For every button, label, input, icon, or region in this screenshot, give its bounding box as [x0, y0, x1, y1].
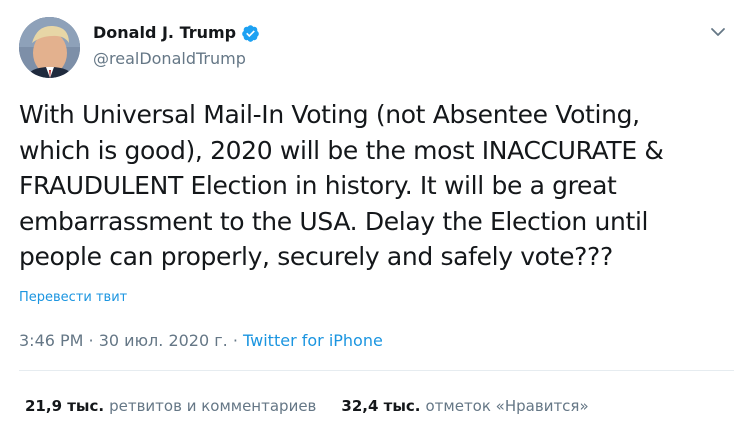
avatar[interactable]	[19, 17, 80, 78]
avatar-image	[19, 17, 80, 78]
likes-label: отметок «Нравится»	[425, 397, 589, 415]
tweet-stats: 21,9 тыс. ретвитов и комментариев 32,4 т…	[25, 396, 614, 416]
tweet-time[interactable]: 3:46 PM	[19, 331, 83, 350]
author-name[interactable]: Donald J. Trump	[93, 22, 236, 44]
tweet-source-link[interactable]: Twitter for iPhone	[243, 331, 383, 350]
translate-tweet-link[interactable]: Перевести твит	[19, 290, 127, 305]
author-handle[interactable]: @realDonaldTrump	[93, 48, 246, 70]
tweet-date[interactable]: 30 июл. 2020 г.	[99, 331, 228, 350]
retweets-stat[interactable]: 21,9 тыс. ретвитов и комментариев	[25, 396, 316, 416]
chevron-down-icon[interactable]	[709, 24, 727, 38]
retweets-label: ретвитов и комментариев	[109, 397, 317, 415]
tweet-meta: 3:46 PM · 30 июл. 2020 г. · Twitter for …	[19, 330, 383, 352]
divider	[19, 370, 734, 371]
author-name-row[interactable]: Donald J. Trump	[93, 22, 260, 44]
tweet-text: With Universal Mail-In Voting (not Absen…	[19, 100, 664, 271]
meta-separator: ·	[227, 331, 244, 350]
likes-count: 32,4 тыс.	[341, 397, 421, 415]
retweets-count: 21,9 тыс.	[25, 397, 105, 415]
likes-stat[interactable]: 32,4 тыс. отметок «Нравится»	[341, 396, 588, 416]
verified-badge-icon	[241, 24, 260, 43]
meta-separator: ·	[83, 331, 99, 350]
